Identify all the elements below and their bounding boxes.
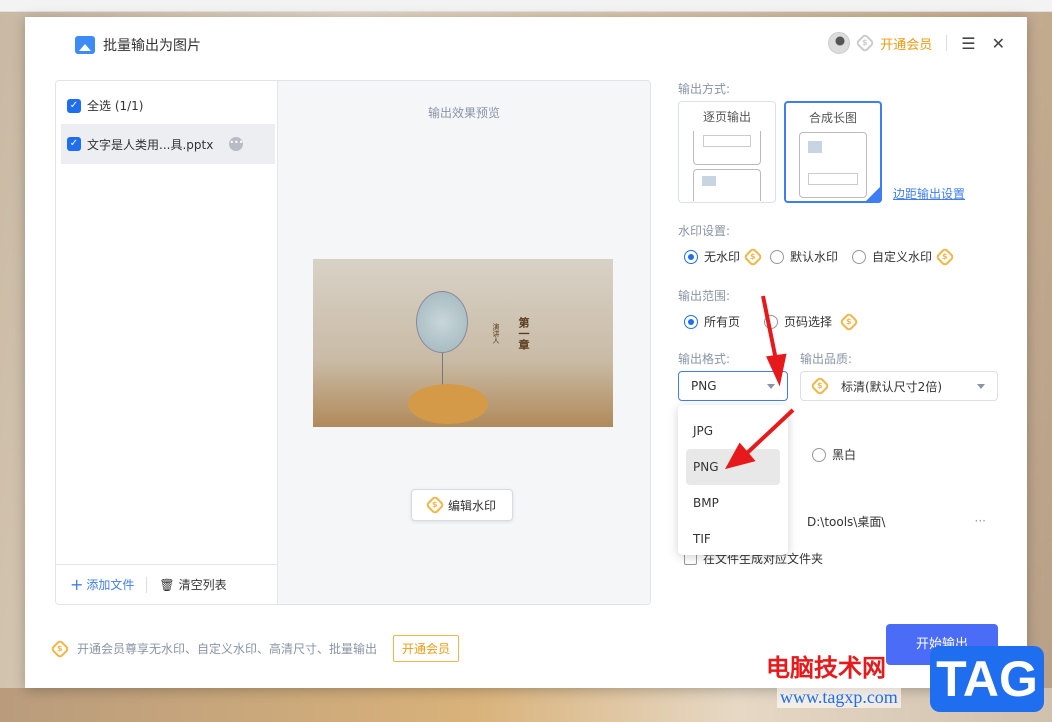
annotation-arrows [725,295,795,470]
tag-logo: TAG [930,646,1044,712]
arrow-to-png-option [743,408,795,457]
arrow-head [766,353,787,387]
site-watermark-url: www.tagxp.com [777,687,901,708]
site-watermark-name: 电脑技术网 [766,654,886,682]
arrow-to-format-select [761,295,778,361]
